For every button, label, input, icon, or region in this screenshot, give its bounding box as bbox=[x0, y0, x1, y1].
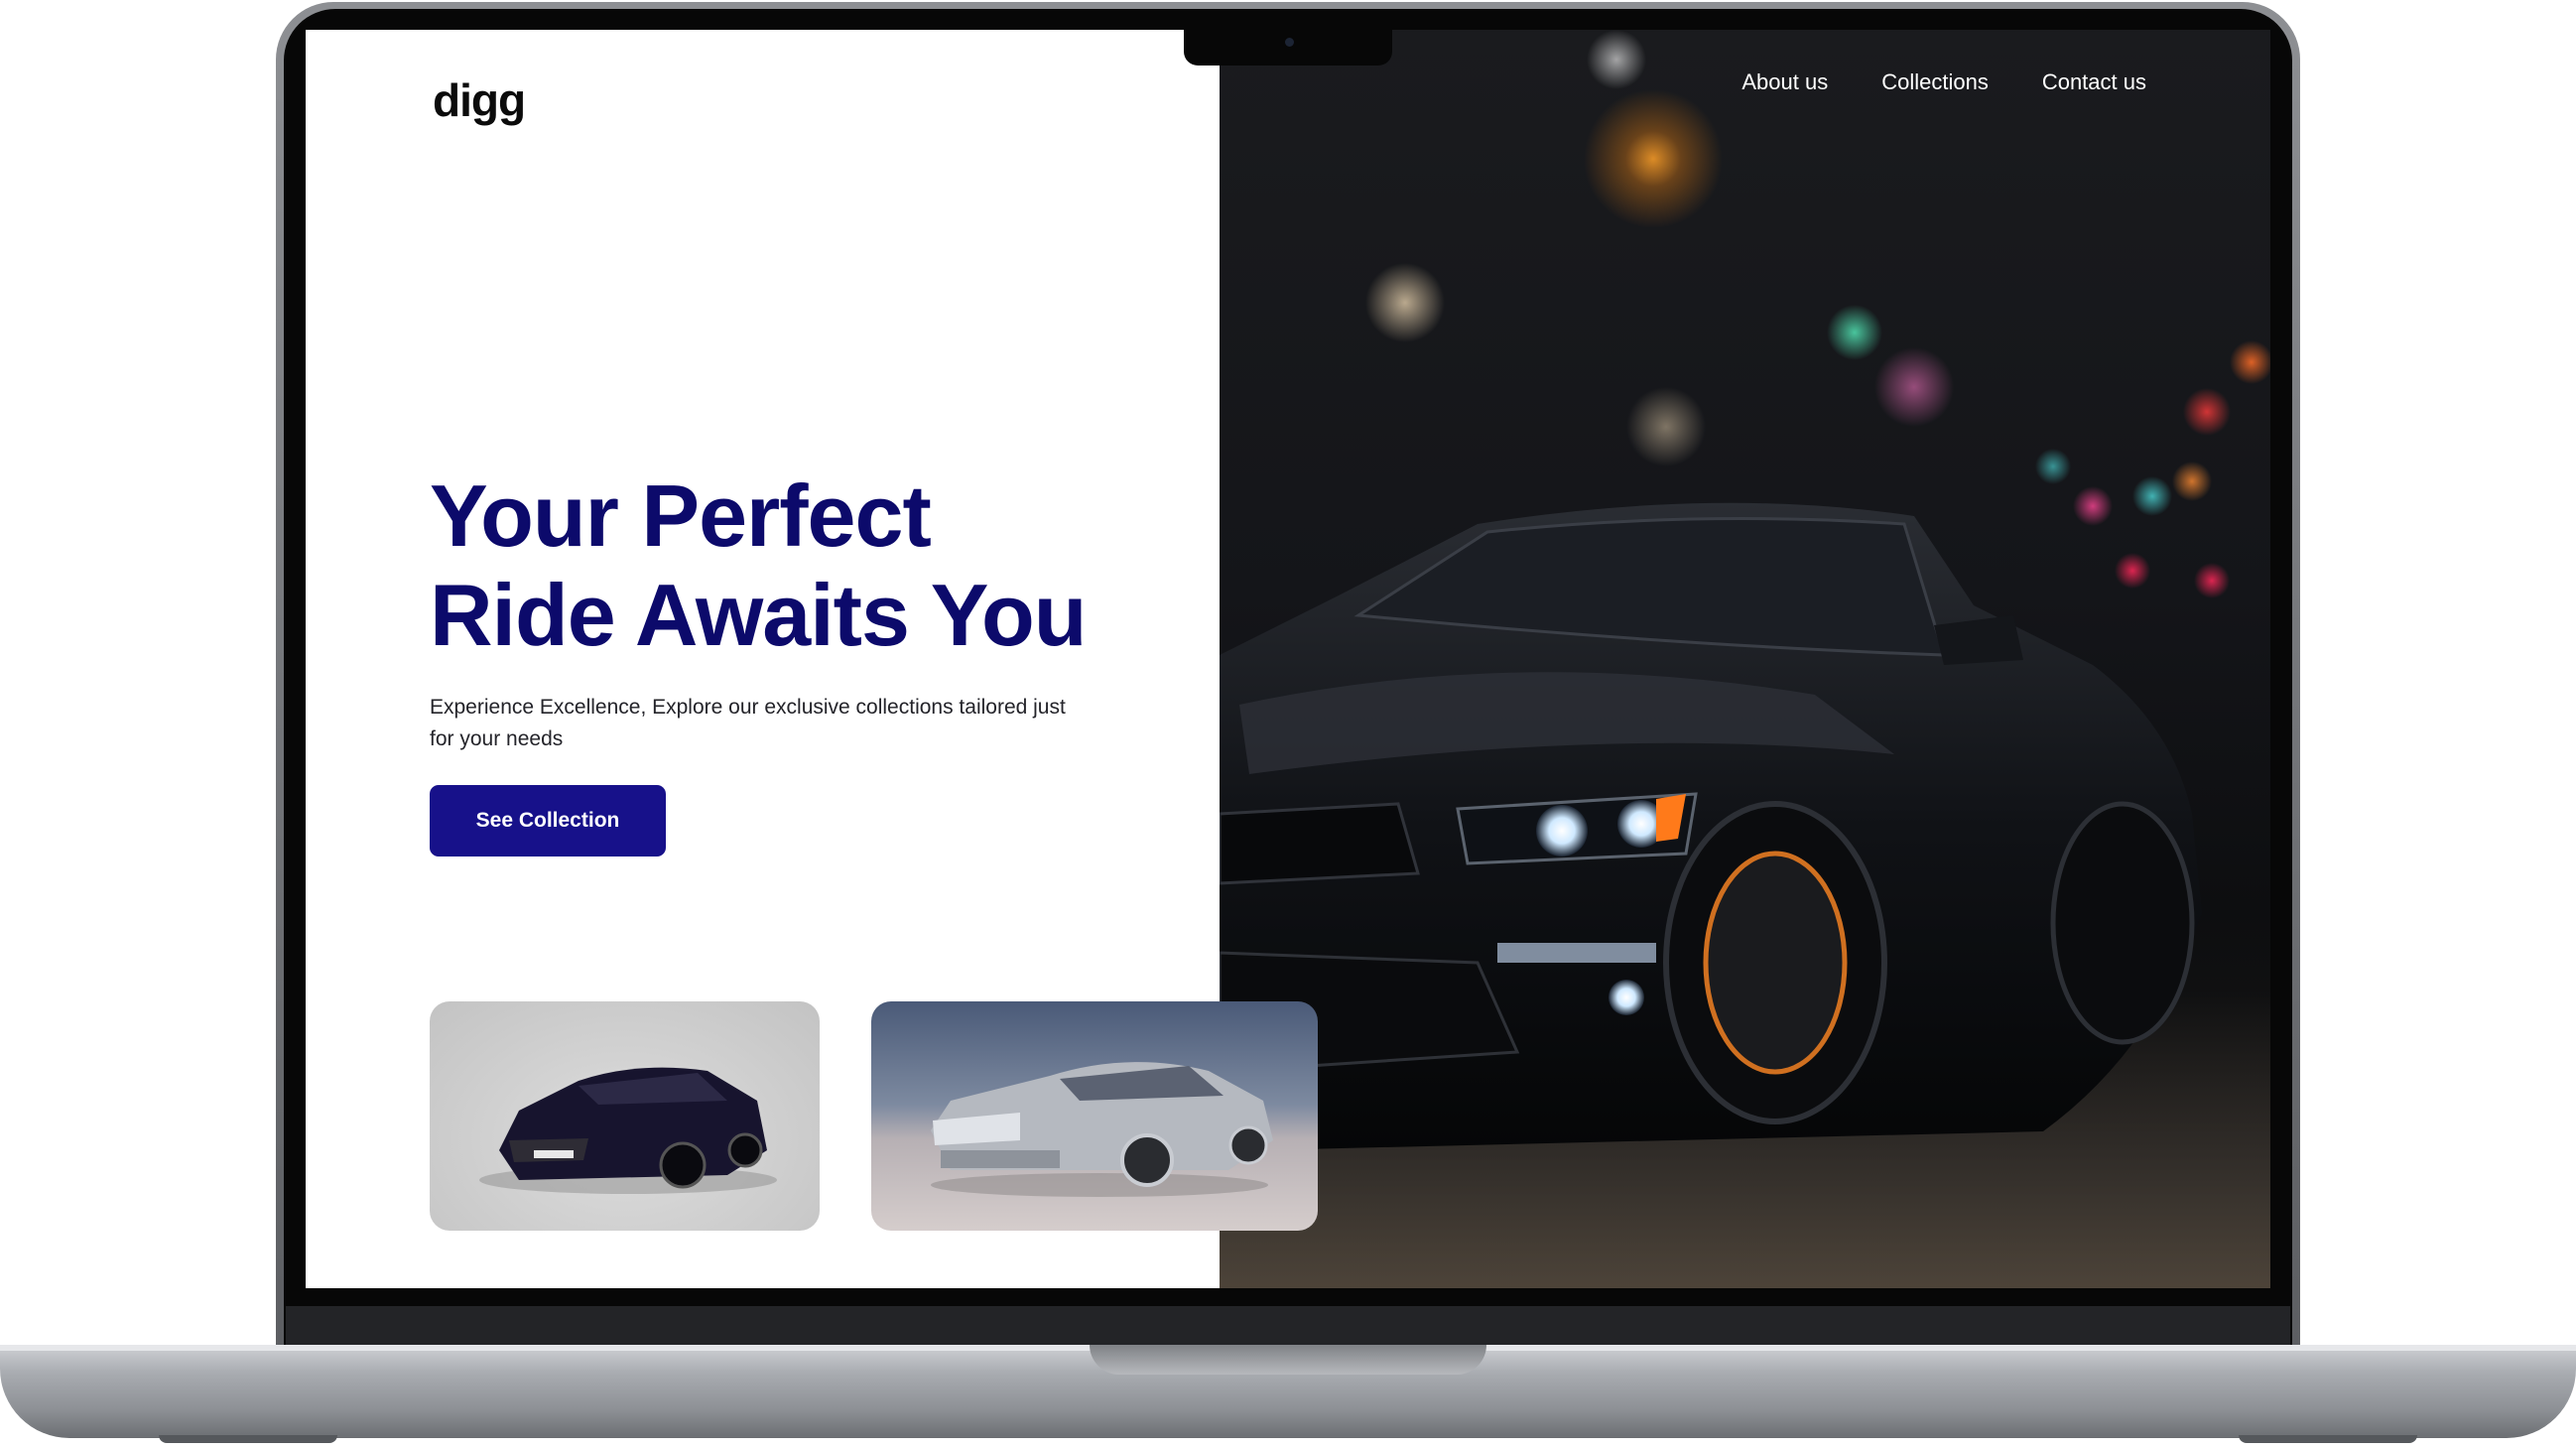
camera-icon bbox=[1285, 38, 1294, 47]
top-nav: About us Collections Contact us bbox=[1741, 69, 2146, 95]
laptop-screen: digg About us Collections Contact us You… bbox=[306, 30, 2270, 1288]
lid-opening-notch bbox=[1090, 1345, 1486, 1375]
nav-contact-us[interactable]: Contact us bbox=[2042, 69, 2146, 95]
hero-subtext: Experience Excellence, Explore our exclu… bbox=[430, 696, 1066, 750]
black-sedan-image bbox=[1220, 502, 2202, 1151]
dark-sedan-thumbnail bbox=[479, 1067, 777, 1194]
silver-coupe-thumbnail bbox=[931, 1062, 1273, 1197]
site-logo[interactable]: digg bbox=[433, 73, 526, 127]
camera-notch bbox=[1184, 30, 1392, 66]
nav-about-us[interactable]: About us bbox=[1741, 69, 1828, 95]
collection-card-dark-sedan[interactable] bbox=[430, 1001, 820, 1231]
hero-headline: Your Perfect Ride Awaits You bbox=[430, 466, 1087, 664]
laptop-hinge bbox=[286, 1306, 2290, 1348]
collection-card-silver-coupe[interactable] bbox=[871, 1001, 1318, 1231]
hero-car-photo bbox=[1220, 30, 2270, 1288]
nav-collections[interactable]: Collections bbox=[1881, 69, 1989, 95]
see-collection-button[interactable]: See Collection bbox=[430, 785, 666, 857]
